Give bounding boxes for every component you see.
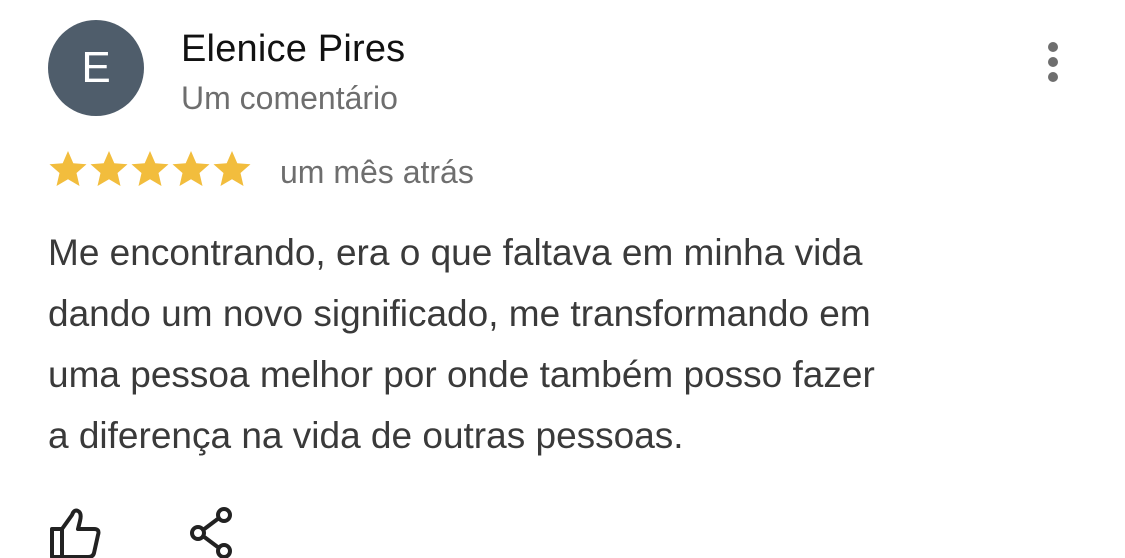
- star-icon: [131, 151, 169, 186]
- share-icon: [190, 507, 232, 558]
- author-review-count: Um comentário: [181, 80, 398, 116]
- share-button[interactable]: [188, 505, 238, 558]
- more-vert-icon: [1048, 42, 1058, 82]
- more-options-button[interactable]: [1033, 40, 1073, 84]
- review-card: E Elenice Pires Um comentário um mês atr…: [0, 0, 1125, 558]
- review-date: um mês atrás: [280, 154, 474, 190]
- review-text: Me encontrando, era o que faltava em min…: [48, 232, 875, 456]
- thumb-up-icon: [50, 508, 101, 558]
- author-name[interactable]: Elenice Pires: [181, 28, 405, 71]
- star-icon: [213, 151, 251, 186]
- star-icon: [172, 151, 210, 186]
- avatar[interactable]: E: [48, 20, 144, 116]
- avatar-letter: E: [81, 43, 111, 92]
- star-rating: [48, 149, 253, 189]
- like-button[interactable]: [48, 505, 104, 558]
- star-icon: [49, 151, 87, 186]
- star-icon: [90, 151, 128, 186]
